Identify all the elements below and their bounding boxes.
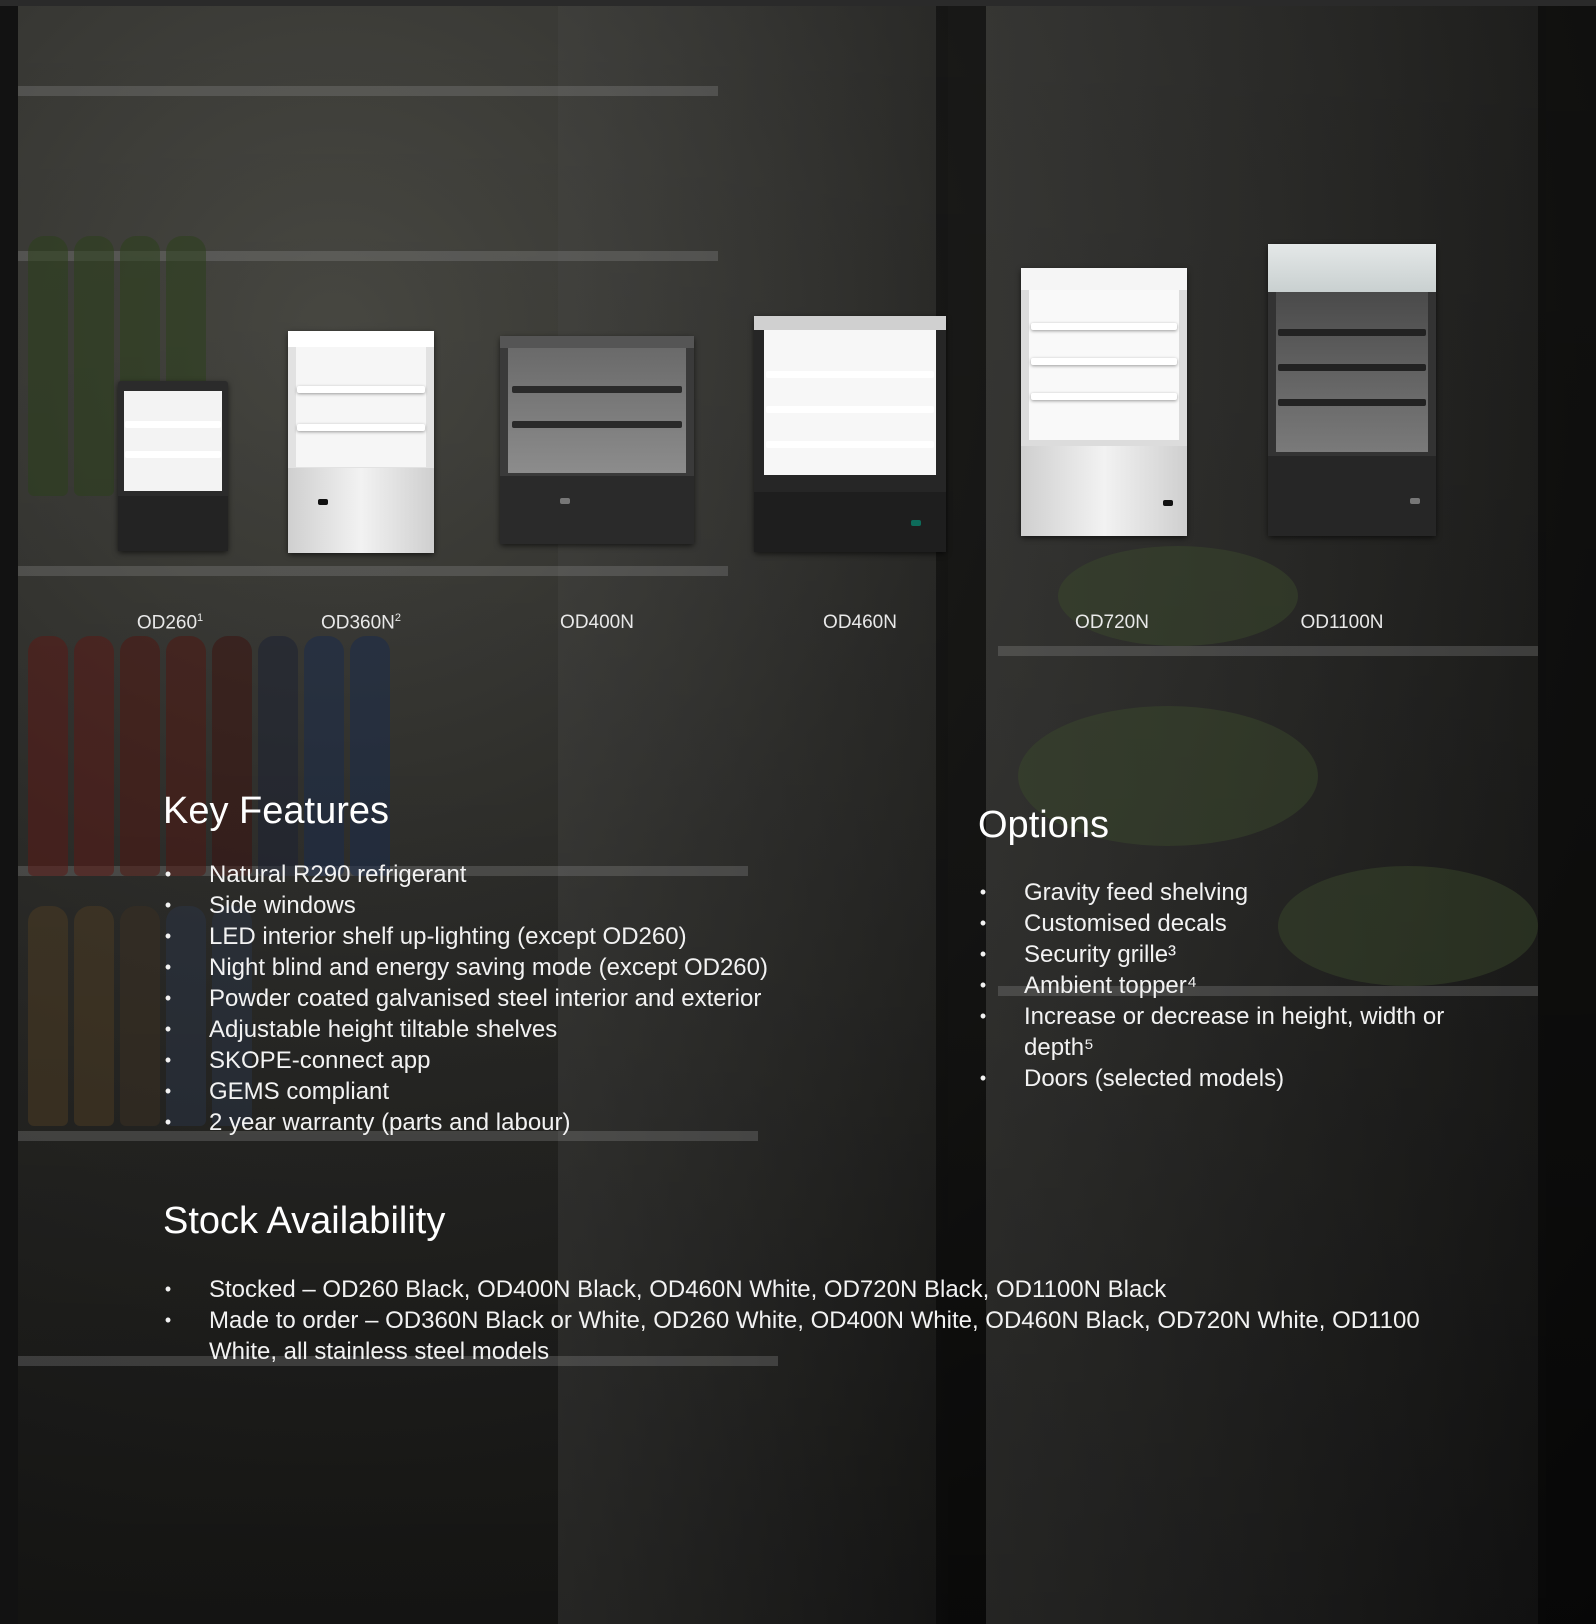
list-item: • Made to order – OD360N Black or White, … bbox=[164, 1307, 1420, 1365]
list-item: • Ambient topper⁴ bbox=[979, 972, 1198, 999]
background-shelf bbox=[998, 646, 1538, 656]
stock-availability-list: • Stocked – OD260 Black, OD400N Black, OD… bbox=[163, 1274, 1483, 1367]
list-item: • SKOPE-connect app bbox=[164, 1047, 431, 1074]
list-item: • GEMS compliant bbox=[164, 1078, 390, 1105]
options-list: • Gravity feed shelving • Customised decal… bbox=[978, 877, 1478, 1094]
list-item: • Powder coated galvanised steel interior… bbox=[164, 985, 762, 1012]
fridge-od460n-image bbox=[754, 316, 946, 552]
model-label-od720n: OD720N bbox=[1075, 612, 1149, 633]
list-item: • Natural R290 refrigerant bbox=[164, 861, 467, 888]
background-bottles bbox=[28, 636, 390, 876]
fridge-od720n-image bbox=[1021, 268, 1187, 536]
background-shelf bbox=[18, 566, 728, 576]
model-label-od400n: OD400N bbox=[560, 612, 634, 633]
list-item: • Customised decals bbox=[979, 910, 1227, 937]
key-features-heading: Key Features bbox=[163, 790, 389, 832]
model-label-od460n: OD460N bbox=[823, 612, 897, 633]
list-item: • Doors (selected models) bbox=[979, 1065, 1285, 1092]
list-item: • Gravity feed shelving bbox=[979, 879, 1249, 906]
list-item: • Side windows bbox=[164, 892, 356, 919]
background-shelf bbox=[18, 86, 718, 96]
model-label-od260: OD2601 bbox=[136, 612, 204, 634]
fridge-od400n-image bbox=[500, 336, 694, 544]
fridge-od260-image bbox=[118, 381, 228, 551]
model-label-od360n: OD360N2 bbox=[320, 612, 402, 634]
list-item: • Security grille³ bbox=[979, 941, 1177, 968]
fridge-od360n-image bbox=[288, 331, 434, 553]
list-item: • Night blind and energy saving mode (exc… bbox=[164, 954, 768, 981]
list-item: • Increase or decrease in height, width o… bbox=[979, 1003, 1445, 1061]
list-item: • 2 year warranty (parts and labour) bbox=[164, 1109, 571, 1136]
options-heading: Options bbox=[978, 804, 1109, 846]
list-item: • Stocked – OD260 Black, OD400N Black, OD… bbox=[164, 1276, 1167, 1303]
list-item: • Adjustable height tiltable shelves bbox=[164, 1016, 558, 1043]
list-item: • LED interior shelf up-lighting (except … bbox=[164, 923, 687, 950]
stock-availability-heading: Stock Availability bbox=[163, 1200, 446, 1242]
model-label-od1100n: OD1100N bbox=[1300, 612, 1384, 633]
background-display-glass bbox=[558, 6, 948, 1624]
brochure-page: OD2601 OD360N2 OD400N OD460N OD720N OD11… bbox=[18, 6, 1596, 1624]
fridge-od1100n-image bbox=[1268, 244, 1436, 536]
background-pillar bbox=[1538, 6, 1596, 1624]
key-features-list: • Natural R290 refrigerant • Side windows … bbox=[163, 859, 863, 1138]
